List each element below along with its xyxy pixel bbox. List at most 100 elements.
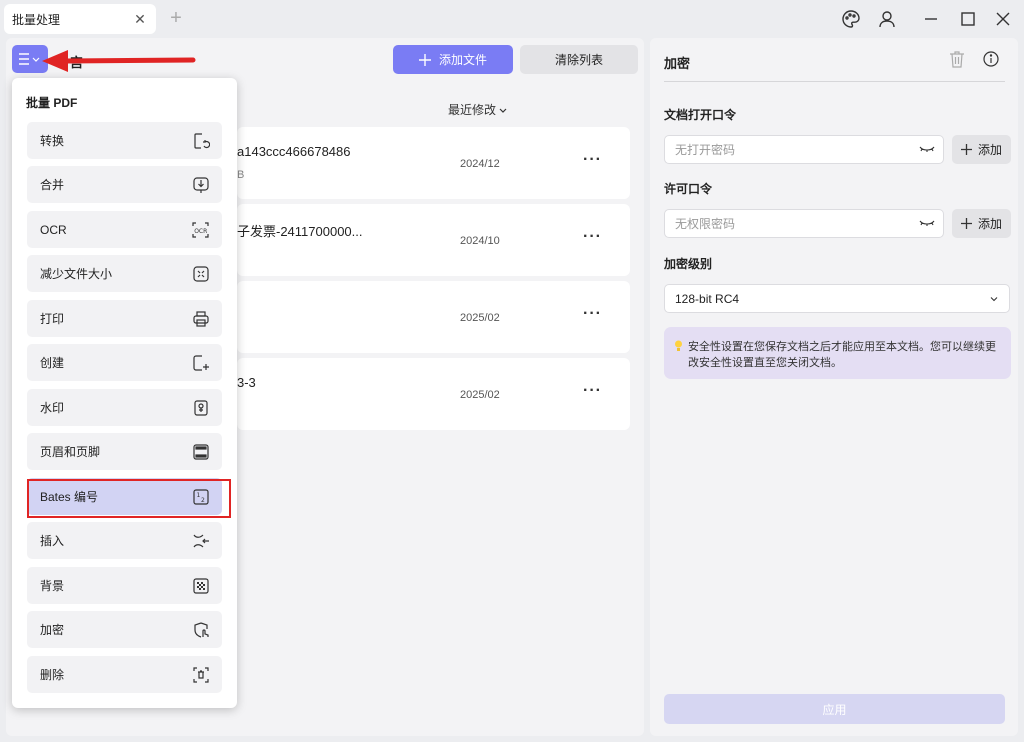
file-date: 2024/12 — [460, 158, 500, 170]
menu-item-label: 删除 — [40, 668, 65, 682]
merge-icon — [191, 175, 210, 194]
window-close-icon[interactable] — [990, 6, 1016, 32]
annotation-highlight — [27, 479, 231, 518]
security-info-text: 安全性设置在您保存文档之后才能应用至本文档。您可以继续更改安全性设置直至您关闭文… — [688, 341, 996, 369]
palette-icon[interactable] — [838, 6, 864, 32]
menu-item-label: 打印 — [40, 312, 65, 326]
menu-item-compress[interactable]: 减少文件大小 — [27, 255, 222, 292]
more-options-icon[interactable]: ··· — [583, 151, 602, 169]
menu-item-label: 减少文件大小 — [40, 267, 113, 281]
svg-text:OCR: OCR — [194, 228, 207, 235]
file-size: B — [237, 169, 245, 181]
maximize-icon[interactable] — [955, 6, 981, 32]
divider — [664, 81, 1005, 82]
menu-item-label: OCR — [40, 222, 67, 237]
file-date: 2025/02 — [460, 389, 500, 401]
header-footer-icon — [191, 442, 210, 461]
background-icon — [191, 576, 210, 595]
batch-pdf-menu: 批量 PDF 转换 合并 OCR OCR 减少文件大小 打印 创建 水印 页眉和… — [12, 78, 237, 708]
insert-icon — [191, 531, 210, 550]
menu-item-header-footer[interactable]: 页眉和页脚 — [27, 433, 222, 470]
menu-item-encrypt[interactable]: 加密 — [27, 611, 222, 648]
sort-dropdown[interactable]: 最近修改 — [448, 101, 507, 118]
apply-label: 应用 — [822, 702, 847, 717]
menu-item-label: 水印 — [40, 401, 65, 415]
ocr-icon: OCR — [191, 220, 210, 239]
menu-item-label: 加密 — [40, 623, 65, 637]
add-file-button[interactable]: 添加文件 — [393, 45, 513, 74]
open-password-placeholder: 无打开密码 — [675, 143, 736, 157]
file-name: a143ccc466678486 — [237, 144, 351, 159]
plus-icon — [960, 144, 972, 155]
menu-item-label: 转换 — [40, 134, 65, 148]
add-label: 添加 — [977, 143, 1002, 157]
add-permission-password-button[interactable]: 添加 — [952, 209, 1011, 238]
open-password-input[interactable]: 无打开密码 — [664, 135, 944, 164]
file-name: 3-3 — [237, 375, 256, 390]
menu-item-label: 合并 — [40, 178, 65, 192]
trash-icon[interactable] — [948, 50, 966, 68]
file-row[interactable]: 子发票-2411700000... 2024/10 ··· — [237, 204, 630, 276]
info-icon[interactable] — [982, 50, 1000, 68]
menu-item-label: 创建 — [40, 356, 65, 370]
eye-closed-icon[interactable] — [919, 144, 935, 156]
menu-item-watermark[interactable]: 水印 — [27, 389, 222, 426]
encryption-level-select[interactable]: 128-bit RC4 — [664, 284, 1010, 313]
encryption-level-value: 128-bit RC4 — [675, 291, 740, 306]
more-options-icon[interactable]: ··· — [583, 382, 602, 400]
clear-list-button[interactable]: 清除列表 — [520, 45, 638, 74]
delete-page-icon — [191, 665, 210, 684]
menu-item-delete[interactable]: 删除 — [27, 656, 222, 693]
eye-closed-icon[interactable] — [919, 218, 935, 230]
apply-button[interactable]: 应用 — [664, 694, 1005, 724]
more-options-icon[interactable]: ··· — [583, 228, 602, 246]
file-row[interactable]: 3-3 2025/02 ··· — [237, 358, 630, 430]
lightbulb-icon — [675, 340, 682, 351]
menu-item-merge[interactable]: 合并 — [27, 166, 222, 203]
tab-label: 批量处理 — [12, 12, 61, 27]
open-password-label: 文档打开口令 — [664, 108, 737, 122]
create-icon — [191, 353, 210, 372]
add-file-label: 添加文件 — [438, 53, 487, 67]
file-date: 2024/10 — [460, 235, 500, 247]
user-icon[interactable] — [874, 6, 900, 32]
encrypt-icon — [191, 620, 210, 639]
tab-batch-process[interactable]: 批量处理 ✕ — [4, 4, 156, 34]
add-label: 添加 — [977, 217, 1002, 231]
menu-item-label: 背景 — [40, 579, 65, 593]
encryption-level-label: 加密级别 — [664, 257, 713, 271]
file-date: 2025/02 — [460, 312, 500, 324]
menu-item-ocr[interactable]: OCR OCR — [27, 211, 222, 248]
clear-list-label: 清除列表 — [554, 53, 603, 67]
plus-icon — [418, 53, 431, 66]
menu-item-background[interactable]: 背景 — [27, 567, 222, 604]
chevron-down-icon — [499, 108, 507, 113]
compress-icon — [191, 264, 210, 283]
file-name: 子发票-2411700000... — [237, 224, 363, 239]
more-options-icon[interactable]: ··· — [583, 305, 602, 323]
menu-item-label: 插入 — [40, 534, 65, 548]
menu-item-insert[interactable]: 插入 — [27, 522, 222, 559]
menu-item-print[interactable]: 打印 — [27, 300, 222, 337]
permission-password-label: 许可口令 — [664, 182, 713, 196]
chevron-down-icon — [990, 297, 998, 302]
close-icon[interactable]: ✕ — [132, 11, 148, 27]
file-row[interactable]: 2025/02 ··· — [237, 281, 630, 353]
menu-title: 批量 PDF — [26, 96, 78, 110]
add-open-password-button[interactable]: 添加 — [952, 135, 1011, 164]
menu-item-label: 页眉和页脚 — [40, 445, 101, 459]
menu-item-create[interactable]: 创建 — [27, 344, 222, 381]
convert-icon — [191, 131, 210, 150]
minimize-icon[interactable] — [918, 6, 944, 32]
add-tab-icon[interactable]: + — [166, 8, 186, 28]
menu-item-convert[interactable]: 转换 — [27, 122, 222, 159]
watermark-icon — [191, 398, 210, 417]
printer-icon — [191, 309, 210, 328]
permission-password-input[interactable]: 无权限密码 — [664, 209, 944, 238]
sort-label: 最近修改 — [448, 103, 497, 117]
settings-title: 加密 — [664, 56, 691, 71]
security-info-notice: 安全性设置在您保存文档之后才能应用至本文档。您可以继续更改安全性设置直至您关闭文… — [664, 327, 1011, 379]
annotation-arrow — [42, 50, 196, 72]
file-row[interactable]: a143ccc466678486 B 2024/12 ··· — [237, 127, 630, 199]
permission-password-placeholder: 无权限密码 — [675, 217, 736, 231]
